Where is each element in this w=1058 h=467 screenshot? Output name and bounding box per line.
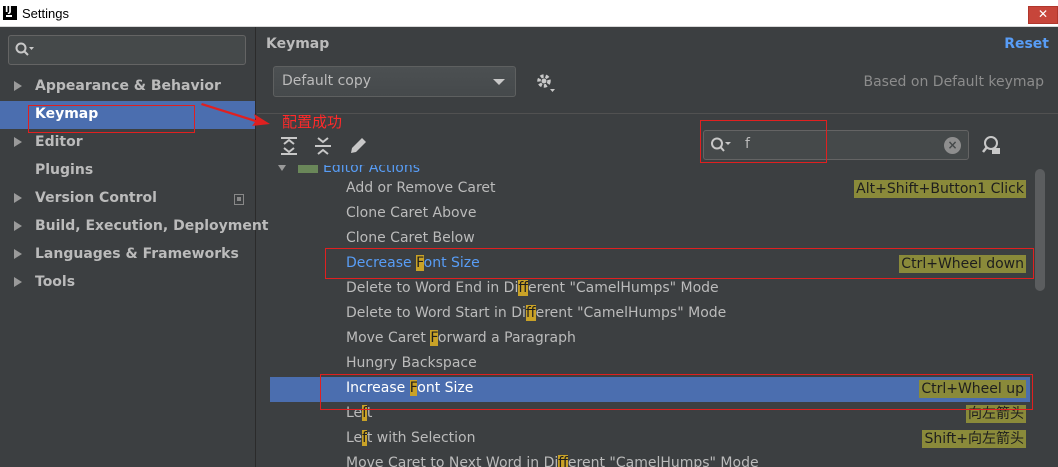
page-title: Keymap xyxy=(266,36,330,52)
expand-all-icon[interactable] xyxy=(278,135,300,157)
annotation-box-decrease-font xyxy=(325,248,1034,279)
editor-actions-icon xyxy=(298,165,318,173)
sidebar-item-plugins[interactable]: Plugins xyxy=(0,157,255,185)
annotation-box-keymap xyxy=(28,105,195,133)
keymap-scheme-select[interactable]: Default copy xyxy=(273,66,516,97)
scroll-thumb[interactable] xyxy=(1035,169,1045,291)
settings-sidebar: Appearance & Behavior Keymap Editor Plug… xyxy=(0,27,269,467)
search-icon xyxy=(15,42,34,56)
expand-arrow-icon xyxy=(14,221,22,231)
match-highlight: ff xyxy=(518,280,528,296)
annotation-text: 配置成功 xyxy=(282,113,343,131)
action-row[interactable]: Delete to Word End in Different "CamelHu… xyxy=(270,277,1030,302)
clear-search-icon[interactable]: × xyxy=(944,137,961,154)
tree-scrollbar[interactable] xyxy=(1033,165,1047,467)
reset-link[interactable]: Reset xyxy=(1004,36,1049,52)
find-by-shortcut-icon[interactable] xyxy=(980,134,1002,156)
collapse-arrow-icon xyxy=(278,165,286,171)
collapse-all-icon[interactable] xyxy=(312,135,334,157)
annotation-arrow xyxy=(201,103,270,126)
expand-arrow-icon xyxy=(14,277,22,287)
expand-arrow-icon xyxy=(14,193,22,203)
sidebar-item-version-control[interactable]: Version Control xyxy=(0,185,255,213)
project-level-icon xyxy=(234,194,244,205)
shortcut-badge: Shift+向左箭头 xyxy=(922,430,1026,448)
intellij-app-icon: IJ xyxy=(3,6,17,20)
sidebar-item-languages[interactable]: Languages & Frameworks xyxy=(0,241,255,269)
close-button[interactable]: ✕ xyxy=(1028,6,1058,24)
action-row[interactable]: Move Caret to Next Word in Different "Ca… xyxy=(270,452,1030,467)
gear-icon[interactable] xyxy=(534,71,556,93)
keymap-panel: Keymap Reset Default copy Based on Defau… xyxy=(257,27,1058,467)
title-bar: IJ Settings ✕ xyxy=(0,0,1058,27)
expand-arrow-icon xyxy=(14,81,22,91)
sidebar-item-tools[interactable]: Tools xyxy=(0,269,255,297)
match-highlight: ff xyxy=(525,305,536,321)
match-highlight: F xyxy=(430,330,438,346)
chevron-down-icon xyxy=(493,79,505,85)
action-row[interactable]: Move Caret Forward a Paragraph xyxy=(270,327,1030,352)
expand-arrow-icon xyxy=(14,137,22,147)
action-row[interactable]: Clone Caret Above xyxy=(270,202,1030,227)
sidebar-item-build[interactable]: Build, Execution, Deployment xyxy=(0,213,269,241)
annotation-box-increase-font xyxy=(320,374,1033,410)
keymap-action-tree: Editor Actions Add or Remove Caret Alt+S… xyxy=(270,165,1030,467)
shortcut-badge: Alt+Shift+Button1 Click xyxy=(854,180,1026,198)
annotation-box-search xyxy=(700,120,827,163)
based-on-text: Based on Default keymap xyxy=(863,74,1044,90)
edit-pencil-icon[interactable] xyxy=(347,135,369,157)
sidebar-item-appearance[interactable]: Appearance & Behavior xyxy=(0,73,255,101)
window-title: Settings xyxy=(22,6,69,21)
match-highlight: ff xyxy=(558,455,568,467)
action-row[interactable]: Add or Remove Caret Alt+Shift+Button1 Cl… xyxy=(270,177,1030,202)
expand-arrow-icon xyxy=(14,249,22,259)
divider xyxy=(257,113,1058,114)
sidebar-item-editor[interactable]: Editor xyxy=(0,129,255,157)
action-row[interactable]: Delete to Word Start in Different "Camel… xyxy=(270,302,1030,327)
settings-search-input[interactable] xyxy=(8,35,246,65)
action-row[interactable]: Left with Selection Shift+向左箭头 xyxy=(270,427,1030,452)
